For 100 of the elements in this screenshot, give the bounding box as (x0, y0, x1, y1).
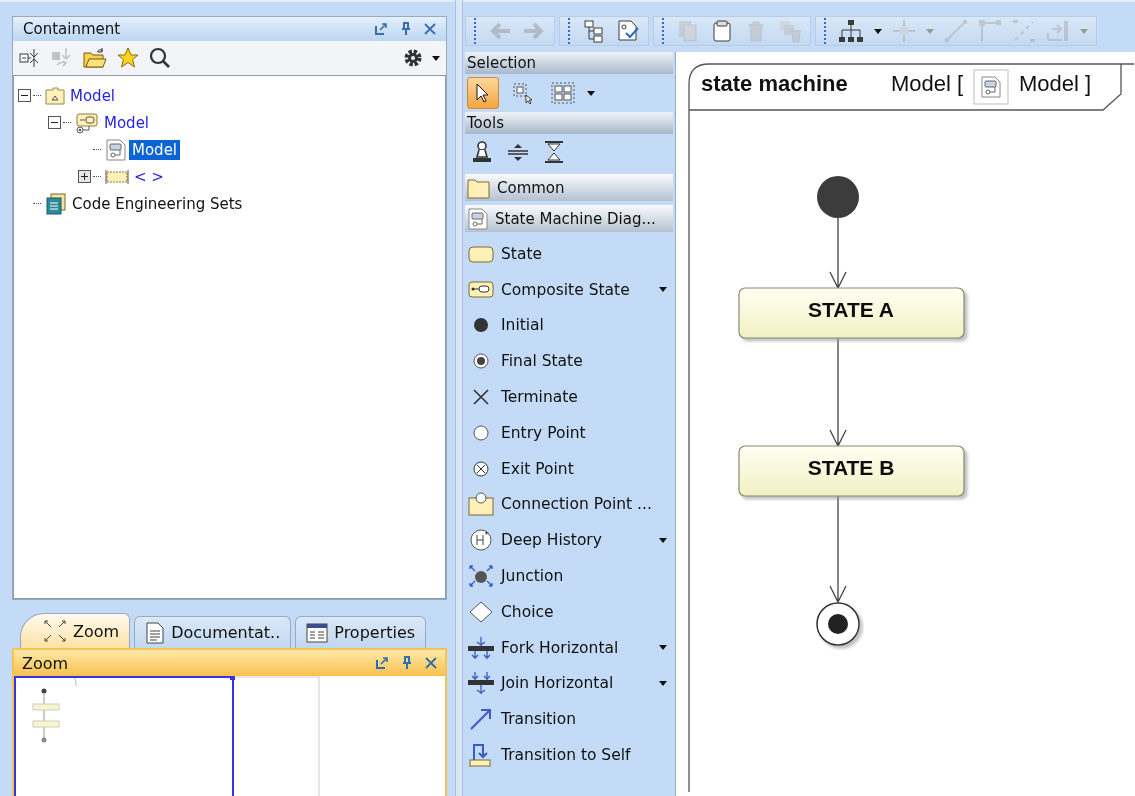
caret-icon (659, 537, 667, 543)
palette-item[interactable]: Junction (465, 558, 673, 594)
collapse-toggle-icon[interactable] (18, 89, 31, 102)
diagonal-arrow-icon (468, 707, 494, 732)
palette-item[interactable]: Join Horizontal (465, 665, 673, 702)
delete-tree-icon (778, 19, 802, 43)
diagram-icon (105, 138, 127, 161)
star-icon (117, 47, 139, 69)
diamond-icon (468, 600, 494, 623)
back-arrow-icon (488, 21, 512, 41)
tree-item[interactable]: Model (101, 112, 153, 133)
palette-tool[interactable] (543, 140, 565, 164)
panel-title: Containment (23, 20, 121, 38)
close-icon (425, 657, 437, 669)
palette-item[interactable]: Deep History (465, 522, 673, 559)
connection-point-icon (467, 492, 495, 517)
panel-tab[interactable]: Zoom (20, 613, 131, 648)
palette-item[interactable]: Transition (465, 701, 673, 738)
document-icon (145, 621, 166, 644)
zoom-arrows-icon (43, 619, 67, 643)
initial-node (817, 176, 859, 218)
join-bar-icon (467, 671, 495, 696)
frame-keyword: state machine (701, 71, 848, 96)
junction-icon (468, 564, 494, 589)
history-icon (468, 528, 494, 553)
tree-item[interactable]: < > (131, 166, 167, 187)
palette-tool[interactable] (471, 140, 493, 164)
caret-icon (432, 55, 440, 61)
palette-item[interactable]: Exit Point (465, 450, 673, 487)
region-icon (105, 168, 129, 185)
diagram-icon (982, 77, 1000, 97)
toolbar-button[interactable] (83, 47, 107, 69)
split-icon (892, 19, 916, 43)
palette-item[interactable]: Transition to Self (465, 737, 673, 773)
palette-item[interactable]: Entry Point (465, 415, 673, 451)
diagram-icon (467, 207, 489, 230)
close-icon (424, 23, 436, 35)
caret-icon (587, 90, 595, 96)
code-sets-icon (45, 192, 67, 215)
toolbar-button[interactable] (149, 47, 171, 69)
palette-group[interactable]: Common (465, 174, 673, 201)
frame-owner: Model ] (1019, 71, 1092, 96)
state-node: STATE A (738, 287, 965, 339)
palette-item[interactable]: Terminate (465, 379, 673, 415)
palette-item[interactable]: Composite State (465, 271, 673, 308)
palette-item[interactable]: Initial (465, 307, 673, 344)
panel-tab[interactable]: Properties (295, 616, 427, 648)
state-machine-icon (75, 111, 99, 134)
marquee-select-icon (512, 82, 534, 104)
palette-header: Tools (465, 112, 673, 134)
hourglass-icon (543, 140, 565, 164)
palette-item[interactable]: Choice (465, 593, 673, 630)
hierarchy-icon (838, 19, 864, 43)
undock-icon (374, 22, 388, 36)
open-folder-icon (83, 47, 107, 69)
dashed-line-icon (1012, 19, 1036, 43)
caret-icon (659, 680, 667, 686)
caret-icon (874, 28, 882, 34)
palette-item[interactable]: Final State (465, 343, 673, 380)
palette-group[interactable]: State Machine Diag... (465, 205, 673, 232)
folder-icon (467, 176, 491, 199)
state-icon (468, 243, 494, 264)
pin-icon (400, 22, 412, 36)
line-icon (944, 19, 968, 43)
collapse-toggle-icon[interactable] (48, 116, 61, 129)
caret-icon (926, 28, 934, 34)
panel-title: Zoom (22, 653, 69, 673)
reroute-icon (1046, 19, 1070, 43)
elbow-line-icon (978, 19, 1002, 43)
toolbar-button[interactable] (838, 19, 864, 43)
panel-tab[interactable]: Documentat.. (134, 616, 292, 648)
expand-toggle-icon[interactable] (78, 170, 91, 183)
check-document-icon (616, 19, 640, 43)
frame-name: Model [ (891, 71, 964, 96)
self-transition-icon (468, 743, 494, 768)
toolbar-button[interactable] (19, 47, 41, 69)
search-icon (149, 47, 171, 69)
tree-item[interactable]: Model (67, 85, 119, 106)
tree-icon (582, 19, 606, 43)
palette-item[interactable]: Fork Horizontal (465, 629, 673, 666)
undock-icon (375, 656, 389, 670)
copy-icon (676, 19, 700, 43)
toolbar-button[interactable] (616, 19, 640, 43)
forward-arrow-icon (522, 21, 546, 41)
palette-item[interactable]: State (465, 236, 673, 272)
tree-item[interactable]: Code Engineering Sets (69, 193, 246, 214)
pin-icon (401, 656, 413, 670)
composite-state-icon (468, 279, 494, 300)
state-node: STATE B (738, 445, 965, 497)
selection-tool[interactable] (467, 77, 499, 109)
sync-icon (51, 47, 73, 69)
caret-icon (659, 645, 667, 651)
toolbar-button[interactable] (582, 19, 606, 43)
group-select-icon (551, 82, 575, 104)
settings-button[interactable] (402, 47, 424, 69)
collapse-all-icon (19, 47, 41, 69)
package-icon (45, 86, 65, 105)
fork-bar-icon (467, 635, 495, 660)
tree-item[interactable]: Model (129, 139, 181, 160)
palette-item[interactable]: Connection Point ... (465, 486, 673, 523)
